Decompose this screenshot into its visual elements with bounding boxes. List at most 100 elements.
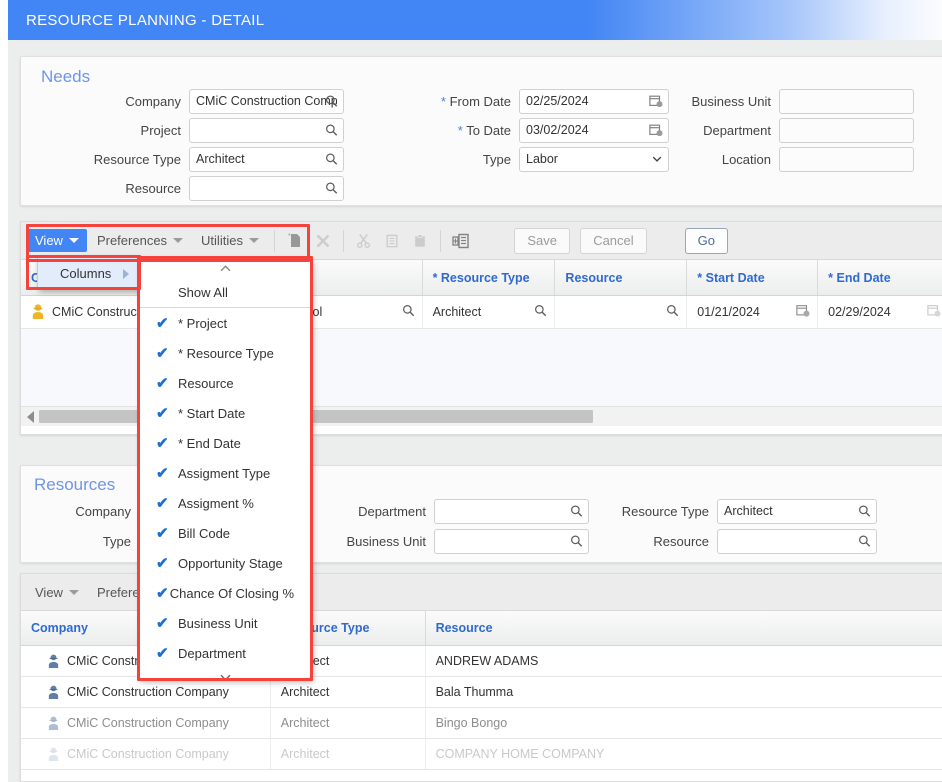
delete-record-icon[interactable] (310, 229, 336, 253)
resources-business-unit-input[interactable] (434, 528, 589, 554)
cell-end-date-text: 02/29/2024 (828, 305, 891, 319)
search-icon[interactable] (325, 153, 338, 166)
needs-company-input[interactable]: CMiC Construction Company (189, 88, 344, 114)
search-icon[interactable] (858, 535, 871, 548)
cell-resource[interactable]: ANDREW ADAMS (426, 646, 942, 676)
new-record-icon[interactable]: * (282, 229, 308, 253)
needs-to-date-row: * To Date 03/02/2024 (351, 117, 669, 143)
search-icon[interactable] (325, 95, 338, 108)
checkmark-icon: ✔ (156, 465, 169, 482)
needs-resource-row: Resource (41, 175, 344, 201)
resources-resource-label: Resource (653, 533, 709, 549)
cell-resource-type[interactable]: Architect (271, 739, 426, 769)
scroll-left-arrow-icon[interactable] (27, 411, 34, 423)
menu-item-chance-of-closing[interactable]: ✔ Chance Of Closing % (140, 578, 310, 608)
needs-resource-type-label: Resource Type (93, 151, 181, 167)
menu-item-assigment-percent[interactable]: ✔ Assigment % (140, 488, 310, 518)
table-row[interactable]: CMiC Construction Company Architect COMP… (21, 739, 942, 770)
resources-department-row: Department (321, 498, 589, 524)
column-header-start-date[interactable]: * Start Date (687, 260, 819, 295)
cell-start-date-text: 01/21/2024 (697, 305, 760, 319)
needs-business-unit-input[interactable] (779, 88, 914, 114)
resources-type-label: Type (102, 533, 131, 549)
search-icon[interactable] (325, 124, 338, 137)
menu-item-resource-label: Resource (178, 375, 234, 391)
menu-item-project[interactable]: ✔ * Project (140, 308, 310, 338)
needs-resource-input[interactable] (189, 175, 344, 201)
search-icon[interactable] (325, 182, 338, 195)
cell-resource[interactable]: COMPANY HOME COMPANY (426, 739, 942, 769)
column-header-resource[interactable]: Resource (426, 611, 942, 645)
menu-item-department-label: Department (178, 645, 246, 661)
cell-end-date[interactable]: 02/29/2024 (818, 296, 942, 328)
utilities-menu-button[interactable]: Utilities (193, 229, 267, 252)
multi-record-icon[interactable] (448, 229, 474, 253)
menu-item-resource-type[interactable]: ✔ * Resource Type (140, 338, 310, 368)
preferences-menu-button[interactable]: Preferences (89, 229, 191, 252)
needs-business-unit-row: Business Unit (661, 88, 914, 114)
resources-view-menu-button[interactable]: View (27, 581, 87, 604)
resources-resource-input[interactable] (717, 528, 877, 554)
cell-resource[interactable]: Bala Thumma (426, 677, 942, 707)
search-icon[interactable] (402, 304, 415, 320)
search-icon[interactable] (570, 505, 583, 518)
needs-from-date-input[interactable]: 02/25/2024 (519, 88, 669, 114)
menu-scroll-up-icon[interactable] (140, 259, 310, 277)
cancel-button[interactable]: Cancel (580, 227, 647, 254)
go-button[interactable]: Go (684, 227, 728, 254)
resources-department-input[interactable] (434, 498, 589, 524)
needs-location-input[interactable] (779, 146, 914, 172)
hscroll-thumb[interactable] (39, 410, 593, 423)
toolbar-divider (273, 229, 275, 252)
checkmark-icon: ✔ (156, 585, 169, 602)
cell-company[interactable]: CMiC Construction Company (21, 708, 271, 738)
copy-icon[interactable] (379, 229, 405, 253)
cell-resource[interactable]: Bingo Bongo (426, 708, 942, 738)
column-header-end-date[interactable]: * End Date (818, 260, 942, 295)
menu-item-end-date[interactable]: ✔ * End Date (140, 428, 310, 458)
paste-icon[interactable] (407, 229, 433, 253)
resources-department-label: Department (358, 503, 426, 519)
cell-start-date[interactable]: 01/21/2024 (687, 296, 819, 328)
search-icon[interactable] (534, 304, 547, 320)
view-menu-button[interactable]: View (27, 229, 87, 252)
cell-resource[interactable] (555, 296, 688, 328)
checkmark-icon: ✔ (156, 375, 169, 392)
menu-item-show-all[interactable]: Show All (140, 277, 310, 307)
cell-company[interactable]: CMiC Construction Company (21, 739, 271, 769)
save-button[interactable]: Save (514, 227, 571, 254)
needs-resource-label: Resource (125, 180, 181, 196)
needs-department-row: Department (661, 117, 914, 143)
needs-resource-type-input[interactable]: Architect (189, 146, 344, 172)
needs-department-input[interactable] (779, 117, 914, 143)
search-icon[interactable] (570, 535, 583, 548)
menu-item-columns[interactable]: Columns (38, 257, 139, 290)
cut-icon[interactable] (351, 229, 377, 253)
column-header-resource[interactable]: Resource (555, 260, 688, 295)
svg-text:*: * (288, 233, 291, 240)
checkmark-icon: ✔ (156, 555, 169, 572)
menu-item-resource[interactable]: ✔ Resource (140, 368, 310, 398)
search-icon[interactable] (666, 304, 679, 320)
menu-item-opportunity-stage[interactable]: ✔ Opportunity Stage (140, 548, 310, 578)
menu-item-department[interactable]: ✔ Department (140, 638, 310, 668)
menu-item-start-date[interactable]: ✔ * Start Date (140, 398, 310, 428)
calendar-icon[interactable] (927, 304, 941, 321)
needs-project-input[interactable] (189, 117, 344, 143)
person-blue-icon (47, 685, 60, 700)
column-header-resource-type[interactable]: * Resource Type (423, 260, 556, 295)
menu-scroll-down-icon[interactable] (140, 668, 310, 686)
needs-to-date-input[interactable]: 03/02/2024 (519, 117, 669, 143)
calendar-icon[interactable] (796, 304, 810, 321)
resources-resource-type-input[interactable]: Architect (717, 498, 877, 524)
needs-type-select[interactable]: Labor (519, 146, 669, 172)
menu-item-assigment-type[interactable]: ✔ Assigment Type (140, 458, 310, 488)
needs-company-value: CMiC Construction Company (196, 94, 337, 108)
menu-item-business-unit[interactable]: ✔ Business Unit (140, 608, 310, 638)
menu-item-end-date-label: * End Date (178, 435, 241, 451)
menu-item-bill-code[interactable]: ✔ Bill Code (140, 518, 310, 548)
search-icon[interactable] (858, 505, 871, 518)
cell-resource-type[interactable]: Architect (271, 708, 426, 738)
table-row[interactable]: CMiC Construction Company Architect Bing… (21, 708, 942, 739)
cell-resource-type[interactable]: Architect (423, 296, 556, 328)
